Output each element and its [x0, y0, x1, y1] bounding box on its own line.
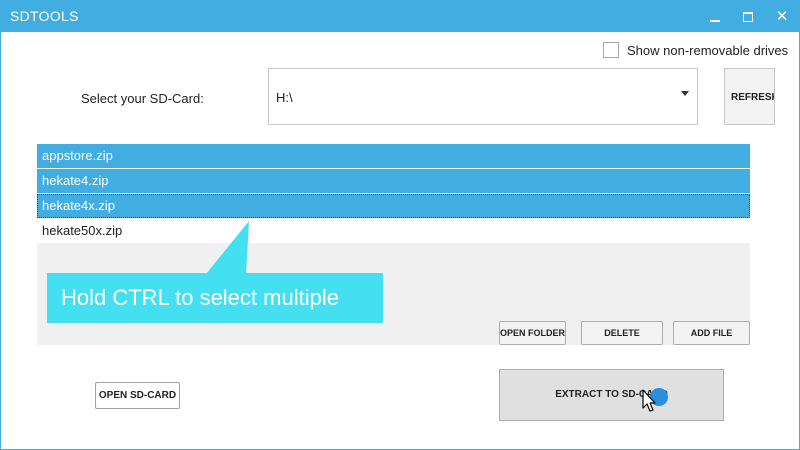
app-window: SDTOOLS ✕ Show non-removable drives Sele…: [0, 0, 800, 450]
multi-select-tooltip: Hold CTRL to select multiple: [47, 273, 383, 323]
mouse-pointer-icon: [642, 389, 656, 412]
extract-to-sd-card-button[interactable]: EXTRACT TO SD-CARD: [499, 369, 724, 421]
open-sd-card-button[interactable]: OPEN SD-CARD: [95, 382, 180, 409]
